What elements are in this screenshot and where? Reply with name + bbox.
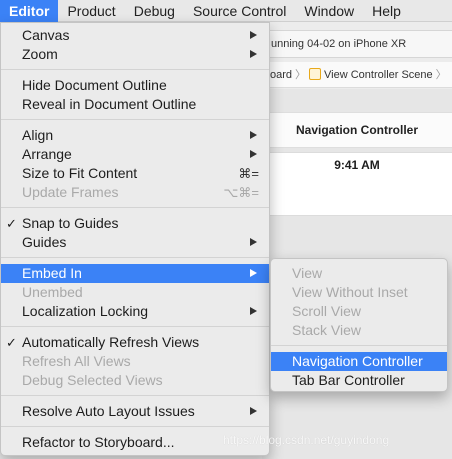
submenu-arrow-icon [250,238,257,246]
menu-separator [1,119,269,120]
submenu-item-view-without-inset: View Without Inset [271,283,447,302]
chevron-right-icon: 〉 [435,69,447,81]
jump-bar[interactable]: oard 〉 View Controller Scene 〉 [262,62,452,88]
menu-item-label: View [292,265,323,281]
menu-item-reveal-in-document-outline[interactable]: Reveal in Document Outline [1,95,269,114]
menu-item-label: Snap to Guides [22,215,119,231]
menu-bar: Editor Product Debug Source Control Wind… [0,0,452,22]
menu-item-size-to-fit-content[interactable]: Size to Fit Content ⌘= [1,164,269,183]
submenu-item-tab-bar-controller[interactable]: Tab Bar Controller [271,371,447,390]
menu-item-label: Size to Fit Content [22,165,138,181]
menu-item-label: Scroll View [292,303,361,319]
menu-item-resolve-auto-layout-issues[interactable]: Resolve Auto Layout Issues [1,402,269,421]
keyboard-shortcut: ⌘= [238,166,259,181]
menu-separator [1,395,269,396]
menu-source-control[interactable]: Source Control [184,0,295,22]
menu-item-label: Stack View [292,322,361,338]
menu-item-label: Embed In [22,265,82,281]
menu-item-zoom[interactable]: Zoom [1,45,269,64]
submenu-arrow-icon [250,31,257,39]
menu-item-canvas[interactable]: Canvas [1,26,269,45]
status-bar-time: 9:41 AM [334,158,380,172]
menu-item-automatically-refresh-views[interactable]: ✓ Automatically Refresh Views [1,333,269,352]
watermark: https://blog.csdn.net/guyindong [223,433,390,447]
menu-item-arrange[interactable]: Arrange [1,145,269,164]
scene-icon [309,68,322,80]
menu-item-label: Resolve Auto Layout Issues [22,403,195,419]
menu-debug[interactable]: Debug [125,0,184,22]
scene-title: Navigation Controller [262,112,452,148]
menu-item-label: Zoom [22,46,58,62]
submenu-item-view: View [271,264,447,283]
editor-menu: Canvas Zoom Hide Document Outline Reveal… [0,22,270,456]
submenu-arrow-icon [250,131,257,139]
menu-item-label: Canvas [22,27,70,43]
embed-in-submenu: View View Without Inset Scroll View Stac… [270,258,448,392]
menu-separator [1,257,269,258]
menu-separator [1,207,269,208]
submenu-arrow-icon [250,269,257,277]
menu-item-hide-document-outline[interactable]: Hide Document Outline [1,76,269,95]
menu-item-label: View Without Inset [292,284,408,300]
menu-item-label: Refresh All Views [22,353,131,369]
menu-item-label: Debug Selected Views [22,372,163,388]
menu-item-debug-selected-views: Debug Selected Views [1,371,269,390]
submenu-item-navigation-controller[interactable]: Navigation Controller [271,352,447,371]
menu-item-label: Automatically Refresh Views [22,334,200,350]
submenu-item-stack-view: Stack View [271,321,447,340]
menu-item-label: Tab Bar Controller [292,372,405,388]
submenu-arrow-icon [250,407,257,415]
menu-product[interactable]: Product [58,0,124,22]
submenu-arrow-icon [250,50,257,58]
menu-item-label: Unembed [22,284,83,300]
menu-separator [1,69,269,70]
menu-item-label: Align [22,127,54,143]
menu-item-update-frames: Update Frames ⌥⌘= [1,183,269,202]
menu-separator [1,426,269,427]
submenu-item-scroll-view: Scroll View [271,302,447,321]
menu-item-align[interactable]: Align [1,126,269,145]
submenu-arrow-icon [250,307,257,315]
menu-item-label: Navigation Controller [292,353,423,369]
menu-item-label: Update Frames [22,184,119,200]
jumpbar-storyboard[interactable]: oard [270,69,292,81]
menu-item-unembed: Unembed [1,283,269,302]
menu-item-localization-locking[interactable]: Localization Locking [1,302,269,321]
menu-editor[interactable]: Editor [0,0,59,22]
menu-item-label: Guides [22,234,67,250]
checkmark-icon: ✓ [6,216,17,231]
checkmark-icon: ✓ [6,335,17,350]
phone-preview[interactable]: 9:41 AM [262,152,452,216]
menu-separator [271,345,447,346]
jumpbar-scene[interactable]: View Controller Scene [324,69,433,81]
menu-item-label: Hide Document Outline [22,77,167,93]
menu-help[interactable]: Help [363,0,410,22]
menu-item-embed-in[interactable]: Embed In [1,264,269,283]
keyboard-shortcut: ⌥⌘= [223,185,259,200]
menu-item-label: Arrange [22,146,72,162]
menu-item-guides[interactable]: Guides [1,233,269,252]
menu-item-refresh-all-views: Refresh All Views [1,352,269,371]
menu-item-label: Refactor to Storyboard... [22,434,175,450]
menu-item-snap-to-guides[interactable]: ✓ Snap to Guides [1,214,269,233]
menu-window[interactable]: Window [295,0,363,22]
submenu-arrow-icon [250,150,257,158]
chevron-right-icon: 〉 [295,69,307,81]
menu-separator [1,326,269,327]
activity-status: unning 04-02 on iPhone XR [262,30,452,58]
menu-item-label: Localization Locking [22,303,149,319]
menu-item-label: Reveal in Document Outline [22,96,197,112]
